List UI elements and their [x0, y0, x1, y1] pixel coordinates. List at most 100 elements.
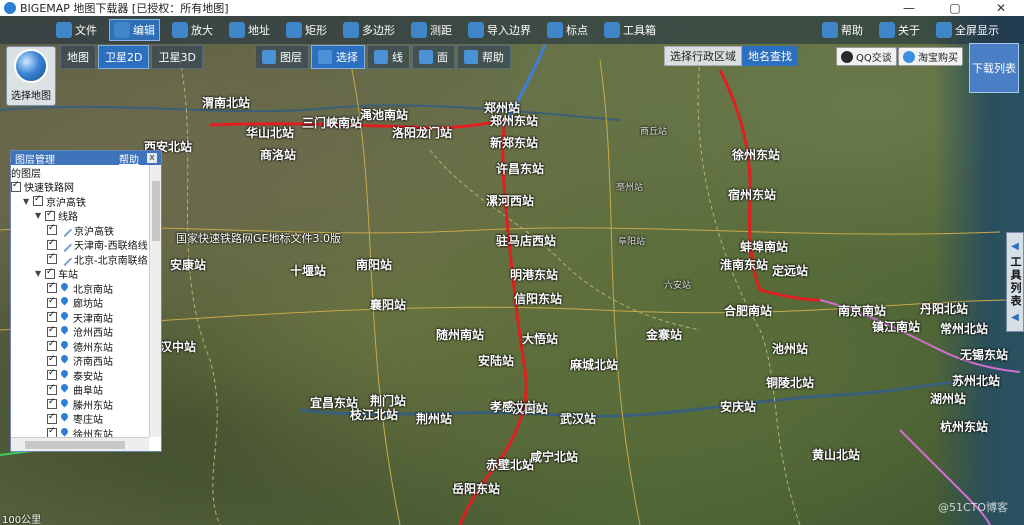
- menu-fullscreen[interactable]: 全屏显示: [932, 19, 1003, 41]
- maximize-button[interactable]: ▢: [932, 1, 978, 15]
- layers-button[interactable]: 图层: [254, 45, 309, 69]
- map-type-map[interactable]: 地图: [60, 45, 96, 69]
- minimize-button[interactable]: —: [886, 1, 932, 15]
- map-mode-toolbar: 地图 卫星2D 卫星3D 图层 选择 线 面 帮助: [60, 44, 513, 70]
- expand-toggle-icon[interactable]: ▼: [23, 197, 31, 206]
- layer-checkbox[interactable]: [47, 354, 57, 366]
- menu-address[interactable]: 地址: [225, 19, 274, 41]
- layer-tree-row[interactable]: ▼ 车站: [11, 267, 151, 282]
- layer-tree-row[interactable]: 济南西站: [11, 354, 151, 368]
- cursor-icon: [317, 50, 332, 64]
- layer-tree-row[interactable]: 天津南-西联络线: [11, 237, 151, 252]
- taobao-buy-button[interactable]: 淘宝购买: [898, 47, 963, 66]
- import-icon: [468, 22, 484, 38]
- layer-tree-row[interactable]: 快速铁路网: [11, 180, 151, 195]
- about-icon: [879, 22, 895, 38]
- expand-toggle-icon[interactable]: ▼: [35, 269, 43, 278]
- layer-checkbox[interactable]: [11, 180, 21, 192]
- close-button[interactable]: ✕: [978, 1, 1024, 15]
- polygon-tool-button[interactable]: 面: [411, 45, 455, 69]
- layer-checkbox[interactable]: [47, 426, 57, 437]
- layer-checkbox[interactable]: [47, 325, 57, 337]
- layer-checkbox[interactable]: [45, 209, 55, 221]
- layer-tree-row[interactable]: 京沪高铁: [11, 223, 151, 238]
- layer-tree-row[interactable]: 德州东站: [11, 339, 151, 354]
- layer-checkbox[interactable]: [47, 223, 57, 236]
- layer-checkbox[interactable]: [45, 267, 55, 279]
- main-toolbar: 文件 编辑 放大 地址 矩形 多边形 测距 导入边界 标点 工具箱 帮助 关于 …: [0, 16, 1024, 44]
- scrollbar-thumb[interactable]: [25, 441, 125, 449]
- tool-label: 图层: [279, 51, 302, 64]
- zoom-in-icon: [172, 22, 188, 38]
- map-label: 洛阳龙门站: [392, 126, 453, 140]
- layer-tree-row[interactable]: 徐州东站: [11, 426, 151, 437]
- map-label: 大悟站: [522, 332, 559, 346]
- help-tool-button[interactable]: 帮助: [456, 45, 511, 69]
- scrollbar-thumb[interactable]: [152, 181, 160, 241]
- layer-tree-row[interactable]: 沧州西站: [11, 325, 151, 339]
- menu-edit[interactable]: 编辑: [109, 19, 160, 41]
- menu-label: 编辑: [133, 24, 155, 37]
- layer-tree-row[interactable]: 枣庄站: [11, 412, 151, 426]
- menu-file[interactable]: 文件: [52, 19, 101, 41]
- tool-label: 选择: [335, 51, 358, 64]
- expand-toggle-icon[interactable]: ▼: [35, 211, 43, 220]
- globe-icon: [14, 49, 48, 83]
- layer-panel-help-link[interactable]: 帮助: [119, 151, 139, 166]
- layer-panel-close-button[interactable]: x: [147, 153, 157, 163]
- layer-checkbox[interactable]: [47, 281, 57, 294]
- layer-checkbox[interactable]: [47, 383, 57, 395]
- map-label: 商洛站: [260, 148, 297, 162]
- select-map-button[interactable]: 选择地图: [6, 46, 56, 106]
- menu-import-boundary[interactable]: 导入边界: [464, 19, 535, 41]
- layer-panel-horizontal-scrollbar[interactable]: [11, 437, 149, 451]
- window-title: BIGEMAP 地图下载器 [已授权：所有地图]: [20, 2, 229, 15]
- layer-checkbox[interactable]: [47, 252, 57, 265]
- download-list-button[interactable]: 下载列表: [969, 43, 1019, 93]
- menu-help[interactable]: 帮助: [818, 19, 867, 41]
- layer-checkbox[interactable]: [47, 368, 57, 381]
- map-type-satellite-2d[interactable]: 卫星2D: [98, 45, 150, 69]
- map-label: 明港东站: [510, 268, 559, 282]
- line-tool-button[interactable]: 线: [366, 45, 410, 69]
- qq-chat-button[interactable]: QQ交谈: [836, 47, 897, 66]
- menu-label: 地址: [248, 24, 270, 37]
- layer-checkbox[interactable]: [47, 238, 57, 250]
- layer-tree-row[interactable]: 廊坊站: [11, 296, 151, 310]
- map-label: 三门峡南站: [302, 116, 363, 130]
- menu-polygon[interactable]: 多边形: [339, 19, 399, 41]
- menu-rectangle[interactable]: 矩形: [282, 19, 331, 41]
- map-label: 枝江北站: [350, 408, 399, 422]
- tool-list-panel-toggle[interactable]: ◀ 工具列表 ◀: [1006, 232, 1024, 332]
- layer-tree-row[interactable]: 泰安站: [11, 368, 151, 383]
- menu-toolbox[interactable]: 工具箱: [600, 19, 660, 41]
- layer-checkbox[interactable]: [47, 339, 57, 352]
- menu-label: 文件: [75, 24, 97, 37]
- layer-checkbox[interactable]: [47, 412, 57, 424]
- help-icon: [463, 50, 478, 64]
- tab-select-region[interactable]: 选择行政区域: [664, 46, 742, 66]
- layer-tree-row[interactable]: ▼ 京沪高铁: [11, 194, 151, 209]
- layer-checkbox[interactable]: [47, 296, 57, 308]
- tab-place-search[interactable]: 地名查找: [742, 46, 798, 66]
- map-type-satellite-3d[interactable]: 卫星3D: [151, 45, 203, 69]
- menu-zoom-in[interactable]: 放大: [168, 19, 217, 41]
- layer-tree-row[interactable]: 北京南站: [11, 281, 151, 296]
- layer-tree-label: 线路: [58, 212, 78, 224]
- layer-checkbox[interactable]: [47, 397, 57, 410]
- layer-checkbox[interactable]: [47, 310, 57, 323]
- layer-tree-label: 快速铁路网: [24, 183, 74, 195]
- layer-tree-row[interactable]: ▼ 线路: [11, 209, 151, 224]
- menu-measure[interactable]: 测距: [407, 19, 456, 41]
- menu-about[interactable]: 关于: [875, 19, 924, 41]
- menu-marker[interactable]: 标点: [543, 19, 592, 41]
- layer-tree-row[interactable]: 北京-北京南联络: [11, 252, 151, 267]
- layer-tree-row[interactable]: 天津南站: [11, 310, 151, 325]
- select-tool-button[interactable]: 选择: [310, 45, 365, 69]
- layer-tree-row[interactable]: 滕州东站: [11, 397, 151, 412]
- menu-label: 导入边界: [487, 24, 531, 37]
- layer-checkbox[interactable]: [33, 194, 43, 207]
- layer-panel-vertical-scrollbar[interactable]: [149, 165, 161, 437]
- layer-tree-row[interactable]: 曲阜站: [11, 383, 151, 397]
- layer-tree-row[interactable]: 的图层: [11, 165, 151, 180]
